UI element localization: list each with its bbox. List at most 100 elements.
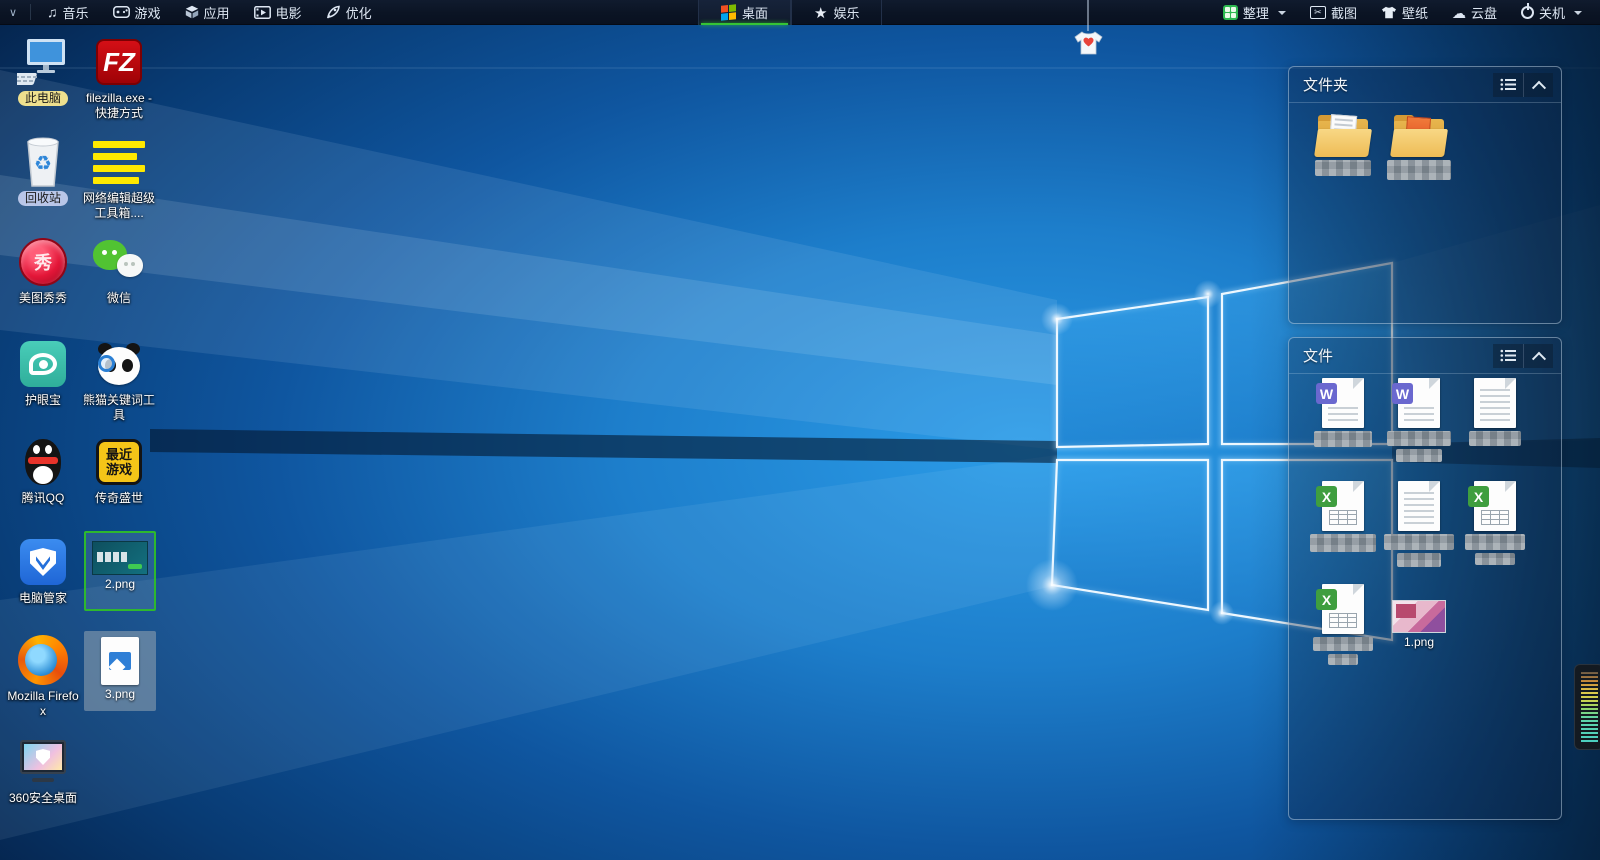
menu-apps-label: 应用 — [204, 3, 230, 22]
folder-media-icon — [1392, 113, 1446, 157]
file-item-word[interactable]: W — [1305, 378, 1381, 447]
image-file-icon — [101, 637, 139, 685]
menu-screenshot[interactable]: ✂ 截图 — [1298, 0, 1369, 25]
folder-item[interactable] — [1305, 113, 1381, 176]
list-view-icon — [1500, 349, 1516, 362]
file-label: 2.png — [86, 577, 154, 591]
image-thumbnail — [92, 541, 148, 575]
desktop-icon-360-desktop[interactable]: 360安全桌面 — [5, 736, 81, 806]
excel-file-icon: X — [1474, 481, 1516, 531]
censored-filename — [1328, 654, 1358, 665]
desktop-icon-eyecare[interactable]: 护眼宝 — [5, 338, 81, 408]
desktop-icon-net-toolbox[interactable]: 网络编辑超级工具箱.... — [81, 136, 157, 221]
file-item-text[interactable] — [1457, 378, 1533, 446]
menu-organize[interactable]: 整理 — [1211, 0, 1298, 25]
menu-shutdown[interactable]: 关机 — [1509, 0, 1594, 25]
screenshot-icon: ✂ — [1310, 6, 1326, 19]
icon-label: filezilla.exe - 快捷方式 — [81, 91, 157, 121]
icon-label: 传奇盛世 — [81, 491, 157, 506]
list-view-icon — [1500, 78, 1516, 91]
firefox-icon — [18, 635, 68, 685]
chevron-down-icon[interactable] — [1278, 11, 1286, 15]
panel-title: 文件 — [1303, 345, 1493, 366]
icon-label: 360安全桌面 — [5, 791, 81, 806]
menu-games[interactable]: 游戏 — [101, 0, 173, 24]
menu-music[interactable]: ♫ 音乐 — [35, 0, 101, 24]
tab-entertainment[interactable]: ★ 娱乐 — [791, 0, 882, 25]
separator — [30, 4, 31, 20]
pc-manager-shield-icon — [20, 539, 66, 585]
file-item-image[interactable]: 1.png — [1381, 600, 1457, 649]
desktop-icon-qq[interactable]: 腾讯QQ — [5, 436, 81, 506]
icon-label: 回收站 — [18, 191, 68, 206]
workspace-tabs: 桌面 ★ 娱乐 — [698, 0, 882, 25]
file-label: 3.png — [84, 687, 156, 701]
menu-music-label: 音乐 — [63, 3, 89, 22]
desktop-icon-recycle-bin[interactable]: ♻ 回收站 — [5, 136, 81, 206]
wallpaper-tshirt-icon — [1381, 6, 1397, 19]
chevron-up-icon — [1531, 351, 1545, 365]
collapse-panel-button[interactable] — [1523, 73, 1553, 97]
file-item-excel[interactable]: X — [1305, 481, 1381, 552]
file-item-word[interactable]: W — [1381, 378, 1457, 462]
hanging-tshirt-widget[interactable] — [1072, 0, 1106, 65]
desktop-file-3png[interactable]: 3.png — [84, 631, 156, 711]
menu-games-label: 游戏 — [135, 3, 161, 22]
folder-item[interactable] — [1381, 113, 1457, 180]
word-file-icon: W — [1322, 378, 1364, 428]
desktop-icon-this-pc[interactable]: 此电脑 — [5, 36, 81, 106]
desktop-icon-meitu[interactable]: 秀 美图秀秀 — [5, 236, 81, 306]
chevron-down-icon[interactable] — [1574, 11, 1582, 15]
desktop-icon-wechat[interactable]: 微信 — [81, 236, 157, 306]
image-thumbnail — [1392, 600, 1446, 633]
star-icon: ★ — [814, 4, 827, 22]
edge-meter-widget[interactable] — [1574, 664, 1600, 750]
desktop-icon-pc-manager[interactable]: 电脑管家 — [5, 536, 81, 606]
censored-filename — [1314, 431, 1372, 447]
this-pc-icon — [17, 36, 69, 88]
recent-game-badge-icon: 最近 游戏 — [96, 439, 142, 485]
icon-label: Mozilla Firefox — [5, 689, 81, 719]
file-item-text[interactable] — [1381, 481, 1457, 567]
desktop-icon-filezilla[interactable]: FZ filezilla.exe - 快捷方式 — [81, 36, 157, 121]
filezilla-icon: FZ — [96, 39, 142, 85]
file-item-excel[interactable]: X — [1457, 481, 1533, 565]
file-item-excel[interactable]: X — [1305, 584, 1381, 665]
collapse-bar-icon[interactable]: ∨ — [0, 6, 26, 19]
desktop-icon-firefox[interactable]: Mozilla Firefox — [5, 634, 81, 719]
censored-filename — [1469, 431, 1521, 446]
menu-organize-label: 整理 — [1243, 3, 1269, 22]
menu-apps[interactable]: 应用 — [173, 0, 242, 24]
desktop-file-2png[interactable]: 2.png — [84, 531, 156, 611]
360-desktop-icon — [18, 738, 68, 786]
dock-topbar: ∨ ♫ 音乐 游戏 应用 电影 优化 桌面 ★ 娱乐 — [0, 0, 1600, 25]
collapse-panel-button[interactable] — [1523, 344, 1553, 368]
censored-folder-name — [1387, 160, 1451, 180]
film-icon — [254, 6, 271, 19]
censored-filename — [1396, 449, 1442, 462]
icon-label: 熊猫关键词工具 — [81, 393, 157, 423]
menu-movies[interactable]: 电影 — [242, 0, 314, 24]
censored-filename — [1397, 553, 1441, 567]
menu-cloud[interactable]: ☁ 云盘 — [1440, 0, 1509, 25]
tab-desktop-label: 桌面 — [742, 3, 768, 22]
censored-filename — [1387, 431, 1451, 446]
meter-stripes — [1581, 672, 1598, 742]
menu-wallpaper[interactable]: 壁纸 — [1369, 0, 1440, 25]
list-view-button[interactable] — [1493, 344, 1523, 368]
menu-movies-label: 电影 — [276, 3, 302, 22]
meitu-icon: 秀 — [19, 238, 67, 286]
tab-desktop[interactable]: 桌面 — [698, 0, 791, 25]
list-view-button[interactable] — [1493, 73, 1523, 97]
menu-shutdown-label: 关机 — [1539, 3, 1565, 22]
music-note-icon: ♫ — [47, 5, 58, 19]
icon-label: 网络编辑超级工具箱.... — [81, 191, 157, 221]
menu-optimize[interactable]: 优化 — [314, 0, 384, 24]
organize-grid-icon — [1223, 5, 1238, 20]
panda-icon — [94, 341, 144, 387]
desktop-icon-panda-keyword[interactable]: 熊猫关键词工具 — [81, 338, 157, 423]
menu-wallpaper-label: 壁纸 — [1402, 3, 1428, 22]
gamepad-icon — [113, 6, 130, 18]
qq-penguin-icon — [20, 437, 66, 487]
desktop-icon-legend-game[interactable]: 最近 游戏 传奇盛世 — [81, 436, 157, 506]
